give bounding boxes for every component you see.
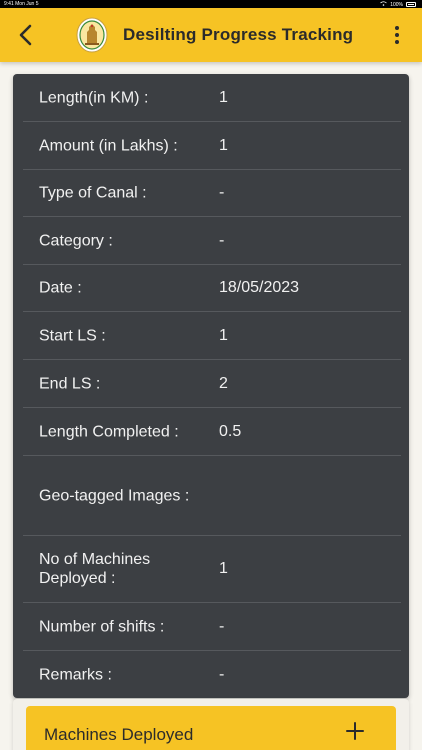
machines-deployed-label: Machines Deployed bbox=[44, 725, 194, 744]
detail-value: 0.5 bbox=[219, 422, 242, 440]
detail-label: Length Completed : bbox=[39, 423, 179, 440]
detail-value: 1 bbox=[219, 136, 228, 154]
chevron-left-icon bbox=[19, 24, 32, 46]
status-bar: 9:41 Mon Jun 5 100% bbox=[0, 0, 422, 8]
detail-value: 2 bbox=[219, 374, 228, 392]
detail-value: 1 bbox=[219, 326, 228, 344]
detail-value: - bbox=[219, 184, 225, 201]
detail-row-category: Category : - bbox=[23, 217, 401, 265]
detail-row-canal-type: Type of Canal : - bbox=[23, 170, 401, 217]
emblem-logo bbox=[76, 17, 108, 53]
detail-label: Amount (in Lakhs) : bbox=[39, 137, 178, 154]
detail-label: Date : bbox=[39, 279, 82, 297]
detail-label: Remarks : bbox=[39, 666, 112, 683]
detail-label: Category : bbox=[39, 232, 113, 249]
detail-value: 1 bbox=[219, 88, 228, 106]
detail-label: Geo-tagged Images : bbox=[39, 487, 190, 504]
battery-percent: 100% bbox=[390, 1, 403, 8]
detail-label: End LS : bbox=[39, 375, 101, 392]
detail-row-geo-images: Geo-tagged Images : bbox=[23, 456, 401, 536]
detail-value: - bbox=[219, 231, 225, 249]
detail-value: 18/05/2023 bbox=[219, 279, 300, 296]
detail-row-shifts: Number of shifts : - bbox=[23, 603, 401, 651]
detail-row-remarks: Remarks : - bbox=[23, 651, 401, 698]
app-bar: Desilting Progress Tracking bbox=[0, 8, 422, 62]
wifi-icon bbox=[380, 1, 387, 8]
more-vertical-icon bbox=[395, 26, 399, 30]
detail-label: Start LS : bbox=[39, 327, 106, 344]
detail-label: Number of shifts : bbox=[39, 618, 165, 635]
status-time: 9:41 Mon Jun 5 bbox=[4, 1, 39, 7]
detail-value: - bbox=[219, 617, 225, 635]
status-right: 100% bbox=[380, 1, 416, 8]
detail-row-end-ls: End LS : 2 bbox=[23, 360, 401, 408]
detail-row-length: Length(in KM) : 1 bbox=[23, 74, 401, 122]
detail-row-start-ls: Start LS : 1 bbox=[23, 312, 401, 360]
back-button[interactable] bbox=[10, 20, 40, 50]
machines-deployed-header[interactable]: Machines Deployed bbox=[26, 706, 396, 750]
battery-icon bbox=[406, 2, 416, 7]
detail-label: No of Machines Deployed : bbox=[39, 551, 151, 587]
detail-row-machines: No of Machines Deployed : 1 bbox=[23, 536, 401, 603]
detail-row-amount: Amount (in Lakhs) : 1 bbox=[23, 122, 401, 170]
detail-row-date: Date : 18/05/2023 bbox=[23, 265, 401, 312]
detail-value: - bbox=[219, 665, 225, 683]
detail-label: Type of Canal : bbox=[39, 184, 147, 202]
page-title: Desilting Progress Tracking bbox=[123, 25, 354, 44]
detail-label: Length(in KM) : bbox=[39, 89, 149, 106]
detail-value: 1 bbox=[219, 560, 228, 577]
detail-row-length-completed: Length Completed : 0.5 bbox=[23, 408, 401, 456]
details-card: Length(in KM) : 1 Amount (in Lakhs) : 1 … bbox=[13, 74, 409, 698]
more-options-button[interactable] bbox=[382, 20, 412, 50]
plus-icon[interactable] bbox=[344, 720, 366, 742]
